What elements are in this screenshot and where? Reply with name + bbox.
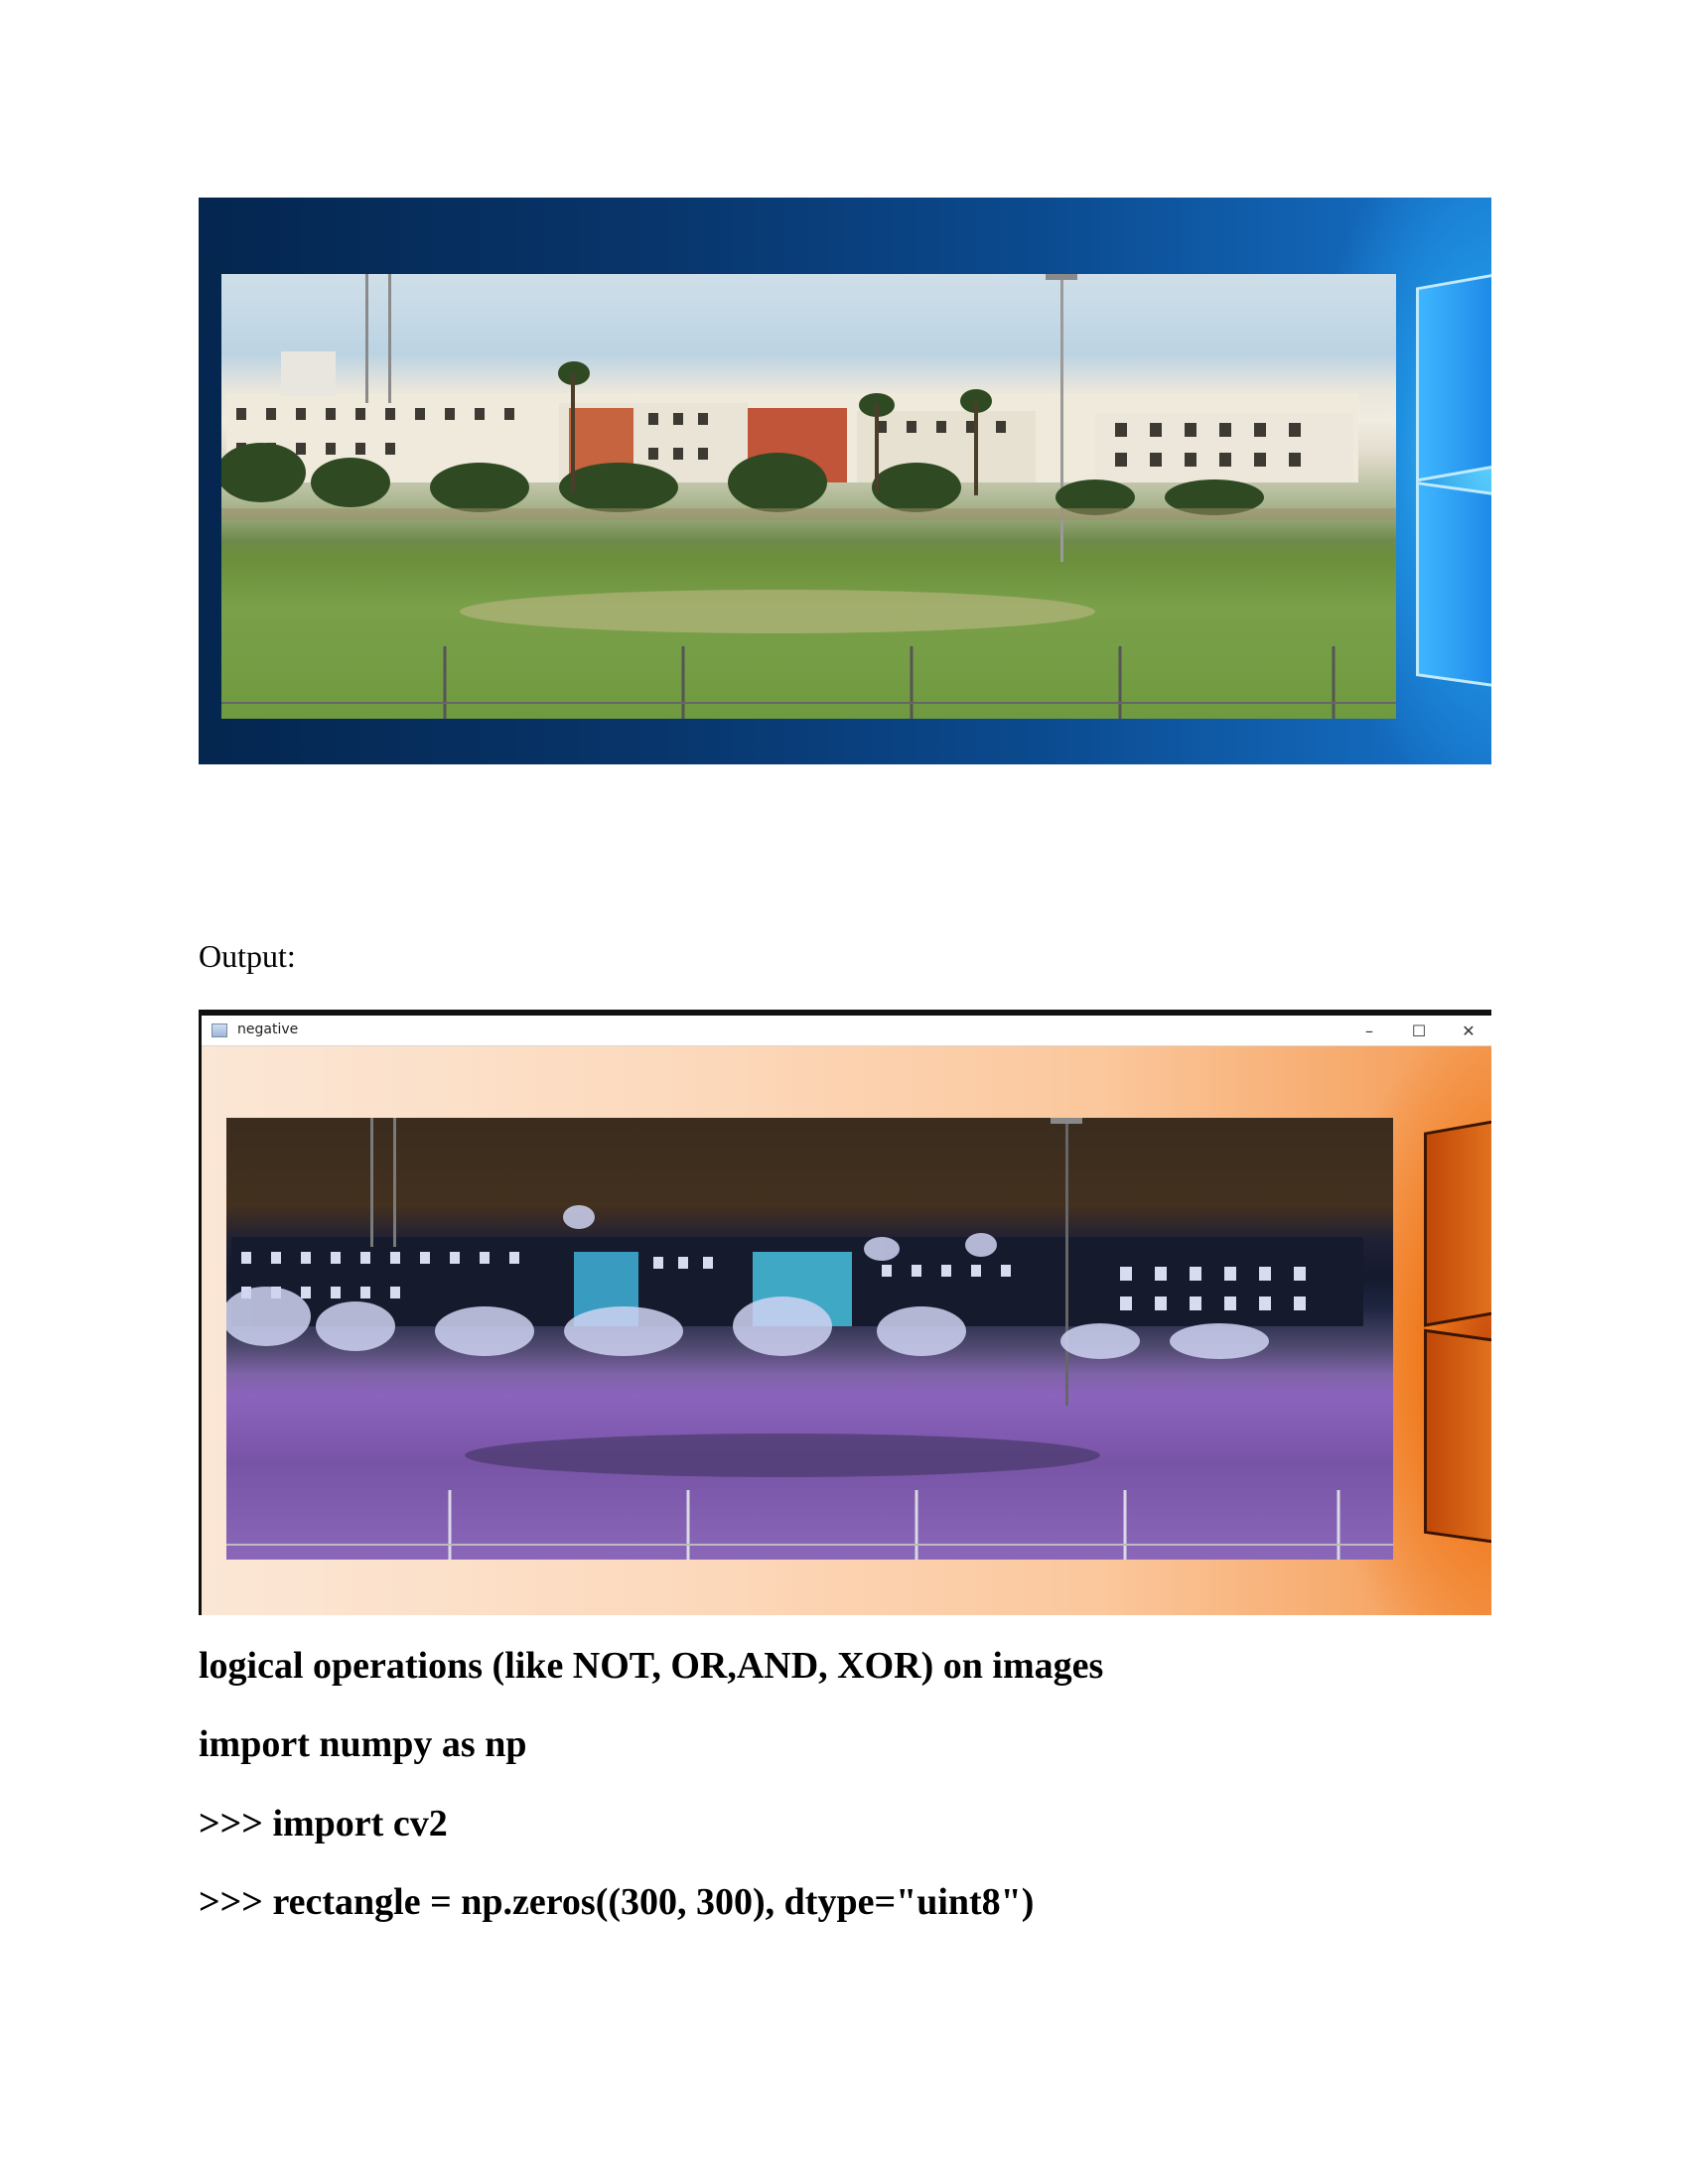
campus-photo: [221, 274, 1396, 719]
campus-photo-drawing: [221, 274, 1396, 719]
minimize-icon[interactable]: –: [1346, 1016, 1392, 1045]
window-titlebar: negative – ☐ ✕: [202, 1016, 1491, 1046]
code-line-rectangle: >>> rectangle = np.zeros((300, 300), dty…: [199, 1881, 1035, 1923]
inverted-logo-pane: [1424, 1119, 1491, 1327]
app-window-icon: [211, 1024, 227, 1037]
original-image-screenshot: [199, 198, 1491, 764]
inverted-logo-pane: [1424, 1328, 1491, 1545]
maximize-icon[interactable]: ☐: [1396, 1016, 1442, 1045]
negative-window-screenshot: negative – ☐ ✕: [199, 1010, 1491, 1615]
code-line-import-numpy: import numpy as np: [199, 1723, 527, 1765]
output-label: Output:: [199, 938, 296, 974]
section-heading: logical operations (like NOT, OR,AND, XO…: [199, 1645, 1104, 1687]
windows-logo-pane: [1416, 272, 1491, 482]
negative-photo-drawing: [226, 1118, 1393, 1560]
code-line-import-cv2: >>> import cv2: [199, 1803, 448, 1844]
close-icon[interactable]: ✕: [1446, 1016, 1491, 1045]
window-title: negative: [237, 1022, 299, 1037]
windows-logo-pane: [1416, 480, 1491, 689]
negative-image-canvas: [202, 1046, 1491, 1615]
negative-campus-photo: [226, 1118, 1393, 1560]
